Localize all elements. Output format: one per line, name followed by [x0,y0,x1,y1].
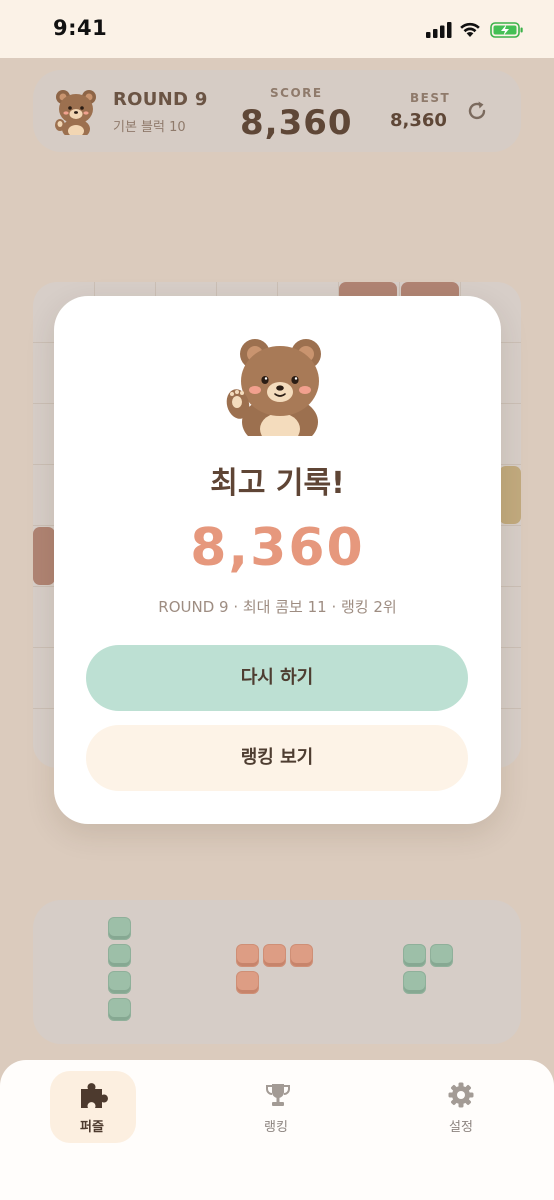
piece-tray [33,900,521,1044]
play-again-button[interactable]: 다시 하기 [86,645,468,711]
best-value: 8,360 [390,110,447,131]
modal-score: 8,360 [190,518,365,578]
board-block [33,527,55,585]
best-label: BEST [410,91,451,105]
round-title: ROUND 9 [113,89,208,110]
battery-charging-icon [490,22,523,38]
modal-info: ROUND 9 · 최대 콤보 11 · 랭킹 2위 [158,598,397,616]
modal-title: 최고 기록! [210,466,345,501]
wifi-icon [460,22,480,37]
tab-label-settings: 설정 [449,1120,473,1135]
score-label: SCORE [270,86,323,100]
bear-avatar-icon [55,90,96,135]
gear-icon [448,1082,474,1108]
trophy-icon [266,1084,290,1106]
status-time: 9:41 [53,16,108,40]
refresh-icon[interactable] [465,99,489,123]
round-subtitle: 기본 블럭 10 [113,120,186,135]
tab-label-puzzle: 퍼즐 [80,1120,104,1135]
tab-label-ranking: 랭킹 [264,1120,288,1135]
waving-bear-icon [226,339,321,436]
view-ranking-button[interactable]: 랭킹 보기 [86,725,468,791]
signal-icon [426,22,452,38]
board-block [499,466,521,524]
score-value: 8,360 [240,103,353,143]
puzzle-icon [81,1083,108,1108]
